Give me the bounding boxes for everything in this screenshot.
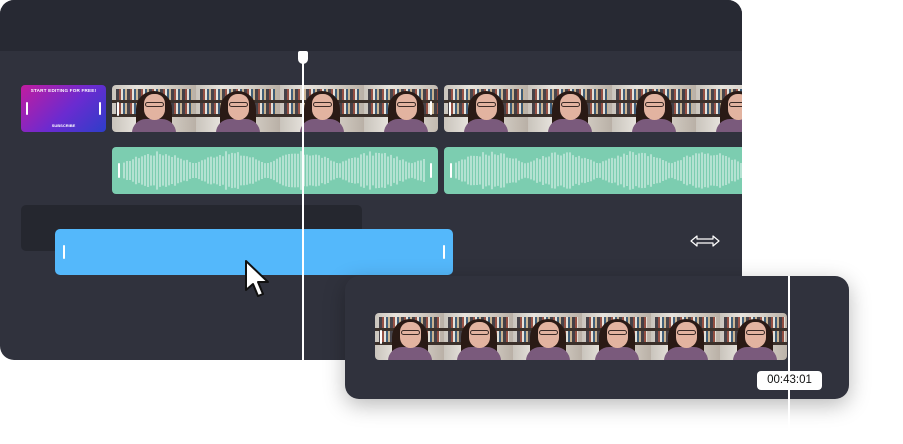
clip-trim-handle-left[interactable] <box>26 102 28 115</box>
clip-trim-handle-right[interactable] <box>99 102 101 115</box>
preview-filmstrip-panel: 00:43:01 <box>345 276 849 399</box>
clip-trim-handle-right[interactable] <box>430 163 432 178</box>
audio-waveform <box>123 151 425 190</box>
video-frame-thumbnail <box>720 313 787 360</box>
audio-clip[interactable] <box>444 147 742 194</box>
clip-trim-handle-left[interactable] <box>380 329 382 344</box>
video-frame-thumbnail <box>612 85 696 132</box>
playhead-handle[interactable] <box>298 51 308 64</box>
video-frame-thumbnail <box>651 313 720 360</box>
title-card-clip[interactable]: START EDITING FOR FREE! SUBSCRIBE <box>21 85 106 132</box>
clip-trim-handle-right[interactable] <box>443 245 445 259</box>
video-frame-thumbnail <box>375 313 444 360</box>
mouse-pointer-icon <box>245 260 269 297</box>
video-clip[interactable] <box>444 85 742 132</box>
clip-trim-handle-left[interactable] <box>449 101 451 116</box>
audio-clip[interactable] <box>112 147 438 194</box>
video-frame-thumbnail <box>513 313 582 360</box>
video-frame-thumbnail <box>528 85 612 132</box>
editor-toolbar <box>0 0 742 51</box>
preview-filmstrip[interactable] <box>375 313 787 360</box>
video-frame-thumbnail <box>444 313 513 360</box>
playhead[interactable] <box>302 58 304 360</box>
video-frame-thumbnail <box>196 85 280 132</box>
clip-trim-handle-left[interactable] <box>117 101 119 116</box>
horizontal-resize-icon <box>690 235 720 247</box>
clip-trim-handle-right[interactable] <box>430 101 432 115</box>
title-card-heading: START EDITING FOR FREE! <box>30 88 97 93</box>
clip-trim-handle-left[interactable] <box>450 163 452 178</box>
audio-waveform <box>455 151 742 190</box>
video-clip[interactable] <box>112 85 438 132</box>
clip-trim-handle-left[interactable] <box>118 163 120 178</box>
clip-trim-handle-left[interactable] <box>63 245 65 259</box>
video-frame-thumbnail <box>696 85 742 132</box>
video-frame-thumbnail <box>364 85 438 132</box>
title-card-subtitle: SUBSCRIBE <box>51 123 76 128</box>
preview-playhead-extension <box>788 399 790 444</box>
video-frame-thumbnail <box>112 85 196 132</box>
video-frame-thumbnail <box>582 313 651 360</box>
timecode-badge: 00:43:01 <box>757 371 822 390</box>
video-frame-thumbnail <box>444 85 528 132</box>
video-frame-thumbnail <box>280 85 364 132</box>
